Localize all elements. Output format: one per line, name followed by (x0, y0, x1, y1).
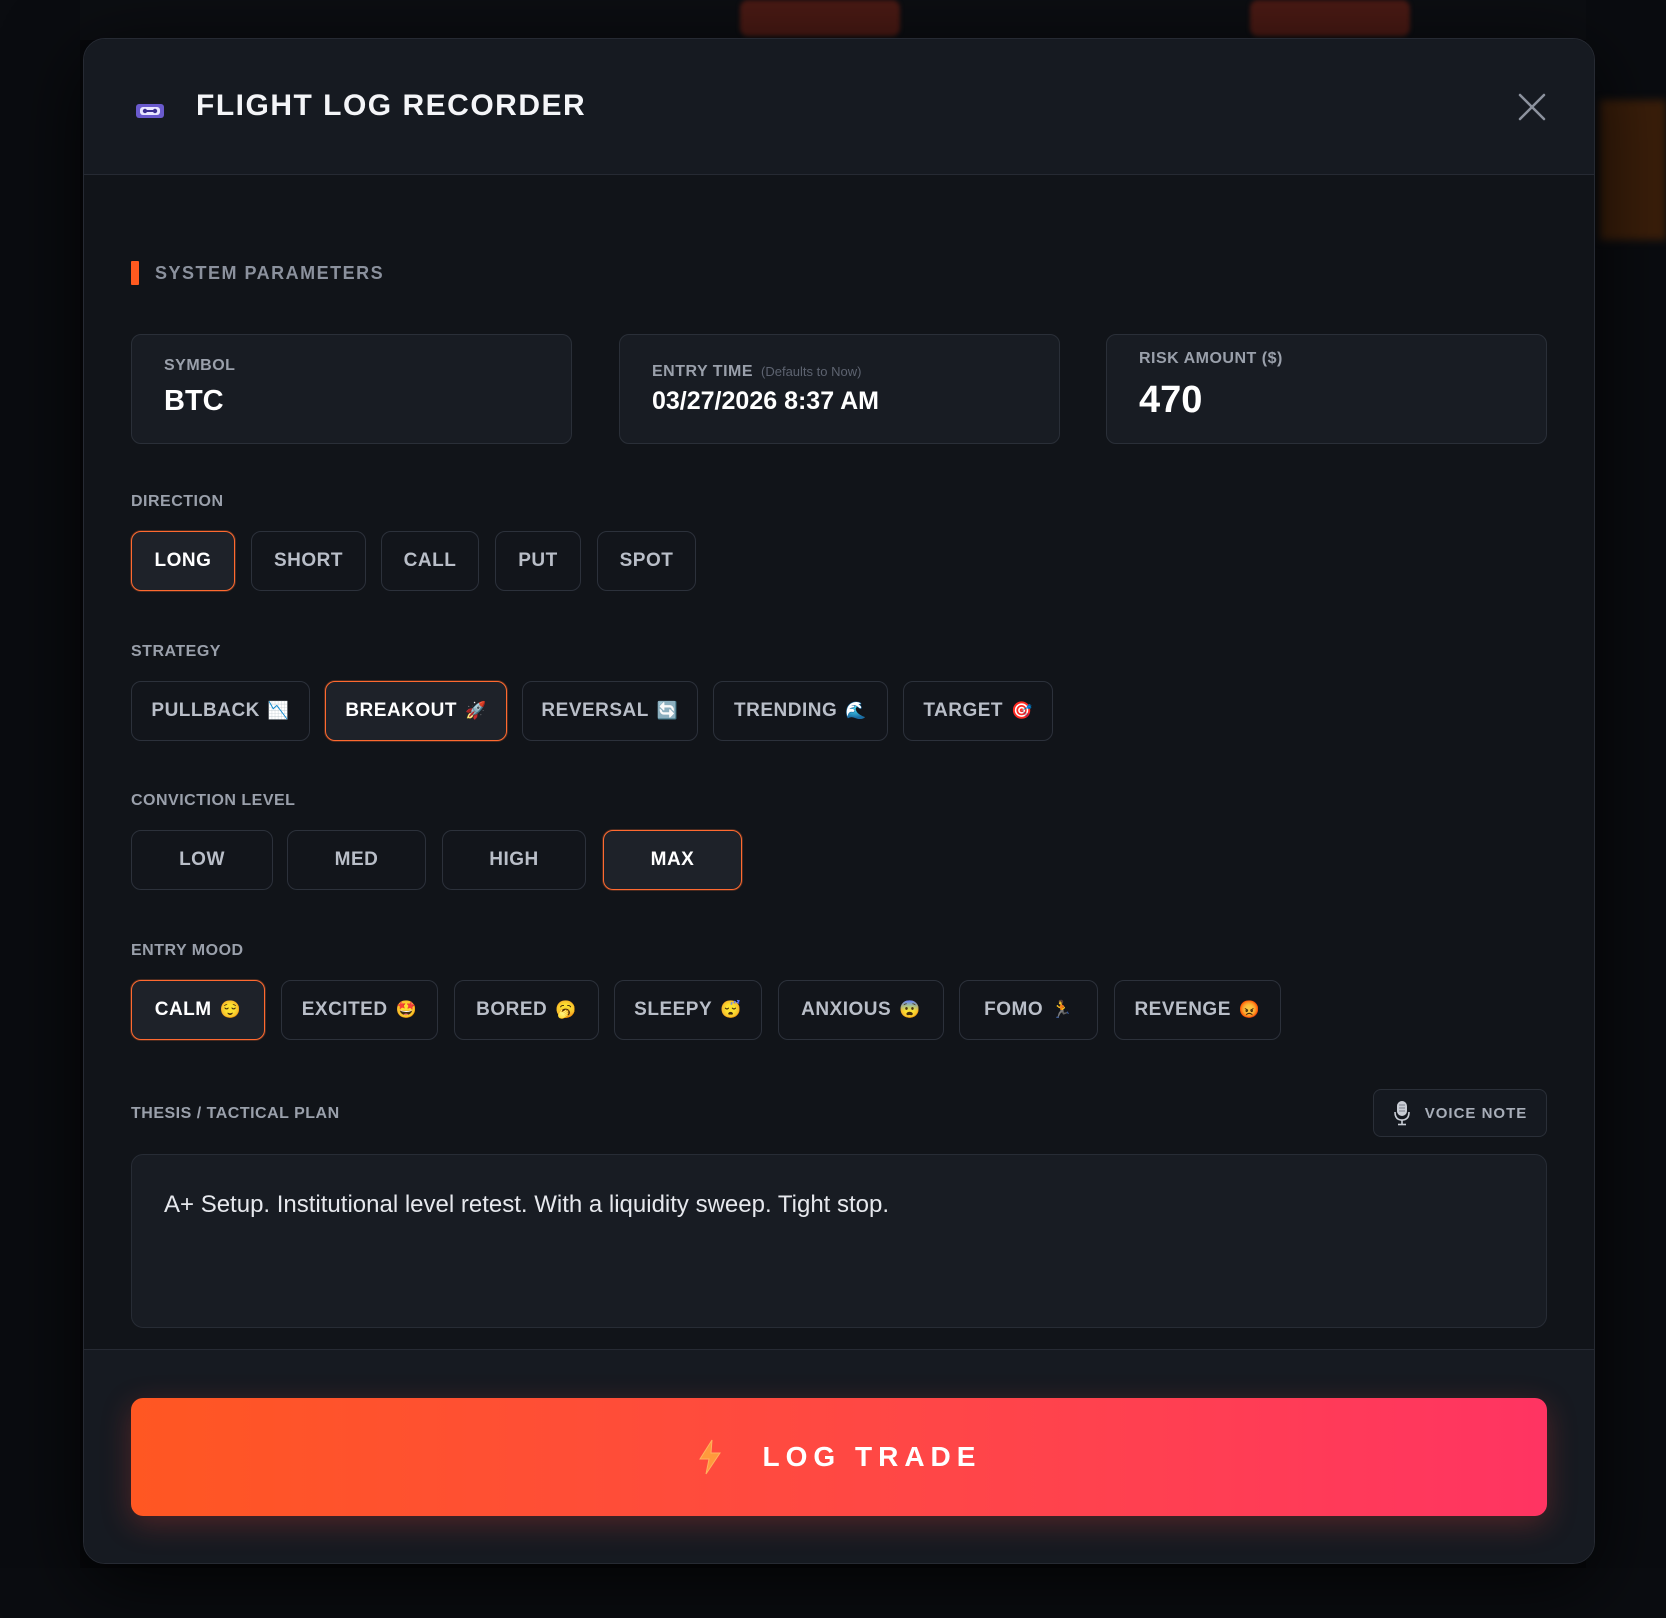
conviction-high-button[interactable]: HIGH (442, 830, 586, 890)
thesis-textarea[interactable]: A+ Setup. Institutional level retest. Wi… (131, 1154, 1547, 1328)
risk-amount-input[interactable] (1139, 379, 1519, 422)
mood-excited-button[interactable]: EXCITED 🤩 (281, 980, 438, 1040)
entry-time-label-text: ENTRY TIME (652, 363, 754, 380)
background-blur (740, 0, 900, 36)
mood-sleepy-label: SLEEPY (634, 999, 713, 1020)
strategy-label: STRATEGY (131, 643, 221, 660)
relieved-face-icon: 😌 (219, 1000, 242, 1019)
mood-revenge-label: REVENGE (1134, 999, 1231, 1020)
direction-label: DIRECTION (131, 493, 224, 510)
modal-footer: LOG TRADE (84, 1349, 1594, 1563)
conviction-max-button[interactable]: MAX (603, 830, 742, 890)
cassette-tape-icon (136, 104, 164, 118)
mood-fomo-button[interactable]: FOMO 🏃 (959, 980, 1098, 1040)
mood-bored-label: BORED (476, 999, 548, 1020)
mood-anxious-label: ANXIOUS (801, 999, 892, 1020)
strategy-breakout-button[interactable]: BREAKOUT 🚀 (325, 681, 507, 741)
background-blur (1600, 100, 1666, 240)
thesis-label: THESIS / TACTICAL PLAN (131, 1105, 340, 1122)
flight-log-modal: FLIGHT LOG RECORDER SYSTEM PARAMETERS SY… (83, 38, 1595, 1564)
strategy-pullback-label: PULLBACK (151, 700, 260, 721)
running-person-icon: 🏃 (1051, 1000, 1073, 1019)
conviction-low-button[interactable]: LOW (131, 830, 273, 890)
entry-time-label: ENTRY TIME (Defaults to Now) (652, 363, 861, 381)
strategy-pullback-button[interactable]: PULLBACK 📉 (131, 681, 310, 741)
log-trade-label: LOG TRADE (762, 1441, 982, 1472)
section-title: SYSTEM PARAMETERS (155, 263, 385, 283)
risk-amount-field[interactable]: RISK AMOUNT ($) (1106, 334, 1547, 444)
entry-time-field[interactable]: ENTRY TIME (Defaults to Now) (619, 334, 1060, 444)
log-trade-button[interactable]: LOG TRADE (131, 1398, 1547, 1516)
mood-excited-label: EXCITED (301, 999, 388, 1020)
mood-revenge-button[interactable]: REVENGE 😡 (1114, 980, 1281, 1040)
background-panel-right (1586, 0, 1666, 1618)
close-icon[interactable] (1516, 91, 1548, 123)
symbol-field[interactable]: SYMBOL (131, 334, 572, 444)
mood-calm-label: CALM (154, 999, 212, 1020)
lightning-icon (698, 1439, 721, 1475)
strategy-trending-button[interactable]: TRENDING 🌊 (713, 681, 888, 741)
yawning-face-icon: 🥱 (555, 1000, 577, 1019)
strategy-target-button[interactable]: TARGET 🎯 (903, 681, 1053, 741)
strategy-reversal-label: REVERSAL (541, 700, 649, 721)
strategy-target-label: TARGET (923, 700, 1004, 721)
sleeping-face-icon: 😴 (720, 1000, 742, 1019)
direction-call-button[interactable]: CALL (381, 531, 479, 591)
direction-long-button[interactable]: LONG (131, 531, 235, 591)
mood-fomo-label: FOMO (984, 999, 1044, 1020)
background-panel-left (0, 0, 80, 1618)
symbol-input[interactable] (164, 385, 544, 418)
strategy-reversal-button[interactable]: REVERSAL 🔄 (522, 681, 698, 741)
entry-time-hint: (Defaults to Now) (761, 364, 862, 379)
background-blur (1250, 0, 1410, 36)
mood-label: ENTRY MOOD (131, 942, 244, 959)
voice-note-label: VOICE NOTE (1424, 1104, 1528, 1122)
strategy-trending-label: TRENDING (734, 700, 838, 721)
risk-amount-label: RISK AMOUNT ($) (1139, 350, 1283, 367)
chart-down-icon: 📉 (267, 701, 290, 720)
rocket-icon: 🚀 (465, 701, 487, 720)
voice-note-button[interactable]: VOICE NOTE (1373, 1089, 1547, 1137)
background-footer (0, 1568, 1666, 1618)
target-icon: 🎯 (1011, 701, 1033, 720)
mood-anxious-button[interactable]: ANXIOUS 😨 (778, 980, 944, 1040)
angry-face-icon: 😡 (1238, 1000, 1261, 1019)
entry-time-input[interactable] (652, 387, 1032, 416)
strategy-breakout-label: BREAKOUT (345, 700, 457, 721)
wave-icon: 🌊 (845, 701, 867, 720)
mood-sleepy-button[interactable]: SLEEPY 😴 (614, 980, 762, 1040)
mood-calm-button[interactable]: CALM 😌 (131, 980, 265, 1040)
conviction-label: CONVICTION LEVEL (131, 792, 296, 809)
section-accent-bar (131, 261, 139, 285)
direction-spot-button[interactable]: SPOT (597, 531, 696, 591)
refresh-icon: 🔄 (656, 701, 679, 720)
modal-header: FLIGHT LOG RECORDER (84, 39, 1594, 175)
symbol-label: SYMBOL (164, 357, 236, 374)
modal-title: FLIGHT LOG RECORDER (196, 89, 587, 122)
conviction-med-button[interactable]: MED (287, 830, 426, 890)
direction-put-button[interactable]: PUT (495, 531, 581, 591)
microphone-icon (1393, 1101, 1410, 1126)
star-eyes-icon: 🤩 (395, 1000, 418, 1019)
mood-bored-button[interactable]: BORED 🥱 (454, 980, 599, 1040)
fearful-face-icon: 😨 (899, 1000, 921, 1019)
direction-short-button[interactable]: SHORT (251, 531, 366, 591)
